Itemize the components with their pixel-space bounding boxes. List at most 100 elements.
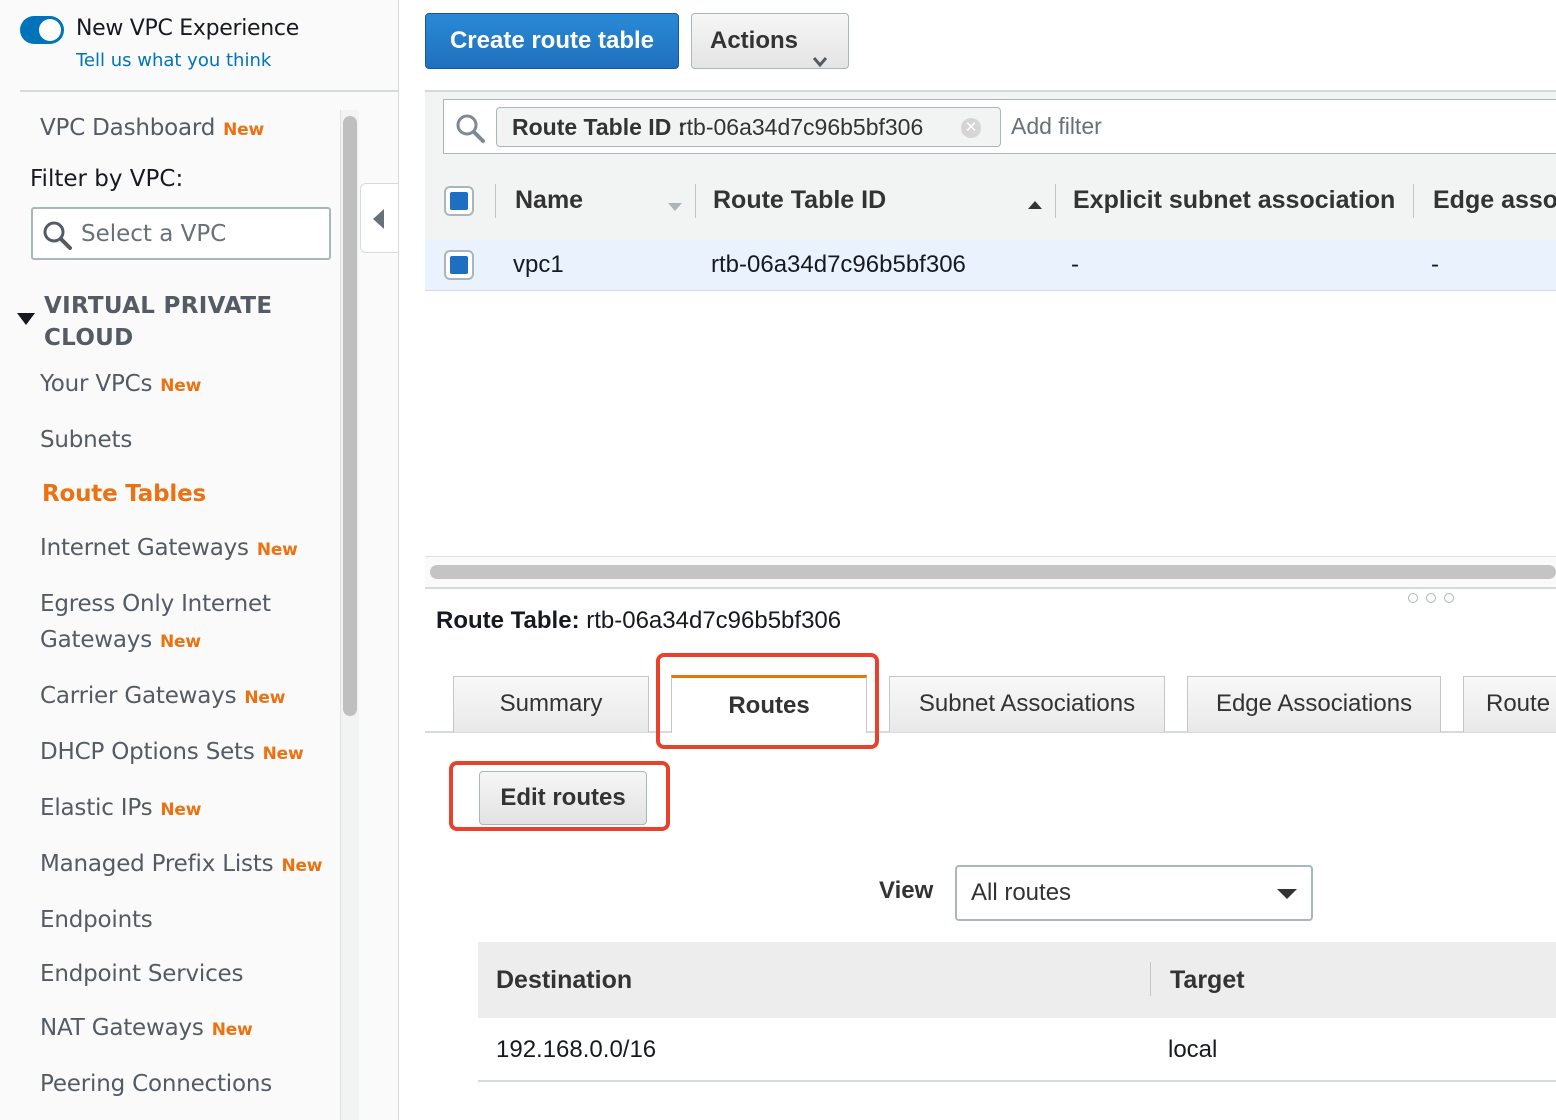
section-title-line: VIRTUAL PRIVATE [44, 293, 273, 319]
sidebar-item-label: Elastic IPs [40, 795, 153, 821]
cell-name: vpc1 [513, 251, 564, 278]
sidebar-item-egress-only-internet-gateways[interactable]: Egress Only Internet Gateways New [40, 586, 271, 660]
new-badge: New [211, 1020, 253, 1040]
sidebar-item-vpc-dashboard[interactable]: VPC Dashboard New [40, 110, 264, 148]
filter-input[interactable]: Route Table ID : rtb-06a34d7c96b5bf306 ✕… [443, 99, 1556, 154]
sidebar-item-carrier-gateways[interactable]: Carrier Gateways New [40, 678, 285, 716]
sidebar-item-internet-gateways[interactable]: Internet Gateways New [40, 530, 298, 568]
filter-by-vpc-label: Filter by VPC: [30, 166, 184, 192]
column-header-name[interactable]: Name [515, 186, 583, 215]
collapse-sidebar-button[interactable] [360, 183, 398, 253]
view-select[interactable]: All routes [955, 865, 1313, 921]
caret-down-icon [1277, 889, 1297, 899]
new-badge: New [256, 540, 298, 560]
sort-asc-icon[interactable] [1028, 196, 1042, 214]
sidebar-divider [20, 90, 398, 92]
sidebar-item-label: Endpoint Services [40, 961, 244, 987]
remove-filter-icon[interactable]: ✕ [961, 118, 981, 138]
cell-destination: 192.168.0.0/16 [496, 1036, 657, 1063]
tab-edge-associations[interactable]: Edge Associations [1187, 676, 1441, 732]
section-title-line: CLOUD [44, 325, 134, 351]
select-all-checkbox[interactable] [444, 186, 474, 216]
column-header-explicit-subnet-association[interactable]: Explicit subnet association [1073, 186, 1395, 215]
detail-title: Route Table: rtb-06a34d7c96b5bf306 [436, 607, 841, 635]
sidebar: New VPC Experience Tell us what you thin… [0, 0, 399, 1120]
scrollbar-thumb[interactable] [430, 565, 1556, 579]
sidebar-item-label: Subnets [40, 427, 133, 453]
column-header-route-table-id[interactable]: Route Table ID [713, 186, 886, 215]
scrollbar-thumb[interactable] [343, 116, 357, 716]
sidebar-item-label: Egress Only Internet [40, 591, 271, 617]
new-badge: New [160, 376, 202, 396]
sidebar-item-label: Carrier Gateways [40, 683, 237, 709]
sidebar-item-label: Endpoints [40, 907, 153, 933]
sidebar-item-dhcp-options-sets[interactable]: DHCP Options Sets New [40, 734, 304, 772]
create-route-table-button[interactable]: Create route table [425, 13, 679, 69]
sidebar-item-managed-prefix-lists[interactable]: Managed Prefix Lists New [40, 846, 323, 884]
new-badge: New [160, 632, 201, 652]
section-collapse-icon[interactable] [17, 313, 35, 325]
vpc-select[interactable]: Select a VPC [31, 207, 331, 260]
add-filter-placeholder[interactable]: Add filter [1011, 113, 1102, 140]
tab-routes[interactable]: Routes [671, 675, 867, 733]
column-divider [1055, 184, 1056, 218]
edit-routes-button[interactable]: Edit routes [479, 771, 647, 825]
column-divider [1413, 184, 1414, 218]
section-title-virtual-private-cloud[interactable]: VIRTUAL PRIVATE CLOUD [44, 290, 272, 354]
routes-table-row: 192.168.0.0/16 local [478, 1018, 1556, 1082]
tab-subnet-associations[interactable]: Subnet Associations [889, 676, 1165, 732]
sidebar-item-label: VPC Dashboard [40, 115, 216, 141]
sort-icon[interactable] [668, 198, 682, 216]
view-label: View [879, 877, 934, 904]
sidebar-item-route-tables[interactable]: Route Tables [42, 476, 206, 512]
new-badge: New [281, 856, 323, 876]
new-badge: New [244, 688, 286, 708]
sidebar-item-subnets[interactable]: Subnets [40, 422, 132, 458]
cell-explicit-subnet: - [1071, 251, 1079, 278]
row-checkbox[interactable] [444, 250, 474, 280]
actions-label: Actions [710, 27, 799, 54]
column-header-destination: Destination [496, 966, 633, 994]
filter-token-value: rtb-06a34d7c96b5bf306 [679, 114, 924, 140]
horizontal-scrollbar[interactable] [425, 556, 1556, 589]
detail-title-label: Route Table: [436, 607, 580, 634]
table-row[interactable]: vpc1 rtb-06a34d7c96b5bf306 - - [425, 240, 1556, 291]
column-divider [495, 184, 496, 218]
sidebar-scrollbar[interactable] [340, 110, 359, 1120]
view-select-value: All routes [971, 879, 1072, 906]
resize-handle-icon[interactable] [1408, 590, 1462, 608]
sidebar-item-your-vpcs[interactable]: Your VPCs New [40, 366, 201, 404]
sidebar-item-peering-connections[interactable]: Peering Connections [40, 1066, 272, 1102]
chevron-left-icon [373, 209, 384, 229]
search-icon [454, 112, 486, 149]
new-badge: New [160, 800, 202, 820]
sidebar-item-elastic-ips[interactable]: Elastic IPs New [40, 790, 201, 828]
filter-bar: Route Table ID : rtb-06a34d7c96b5bf306 ✕… [425, 90, 1556, 165]
detail-title-value: rtb-06a34d7c96b5bf306 [586, 607, 842, 634]
sidebar-item-label: Your VPCs [40, 371, 153, 397]
new-vpc-experience-label: New VPC Experience [76, 16, 299, 41]
tab-summary[interactable]: Summary [453, 676, 649, 732]
routes-table-header: Destination Target [478, 942, 1556, 1020]
new-badge: New [262, 744, 304, 764]
column-header-target: Target [1170, 966, 1245, 994]
cell-target: local [1168, 1036, 1218, 1063]
sidebar-item-nat-gateways[interactable]: NAT Gateways New [40, 1010, 253, 1048]
sidebar-item-label: Gateways [40, 627, 152, 653]
sidebar-item-endpoint-services[interactable]: Endpoint Services [40, 956, 243, 992]
vpc-select-placeholder: Select a VPC [81, 221, 227, 247]
tab-route-propagation[interactable]: Route [1463, 676, 1556, 732]
sidebar-item-endpoints[interactable]: Endpoints [40, 902, 153, 938]
feedback-link[interactable]: Tell us what you think [76, 50, 271, 71]
chevron-down-icon [812, 34, 828, 88]
filter-token-key: Route Table ID : [512, 114, 685, 141]
search-icon [41, 219, 73, 256]
column-header-edge-association[interactable]: Edge asso [1433, 186, 1556, 215]
actions-dropdown-button[interactable]: Actions [691, 13, 849, 69]
sidebar-item-label: Internet Gateways [40, 535, 249, 561]
cell-edge-association: - [1431, 251, 1439, 278]
sidebar-item-label: Route Tables [42, 481, 206, 507]
new-badge: New [223, 120, 265, 140]
filter-token[interactable]: Route Table ID : rtb-06a34d7c96b5bf306 ✕ [496, 107, 1001, 147]
sidebar-item-label: NAT Gateways [40, 1015, 204, 1041]
